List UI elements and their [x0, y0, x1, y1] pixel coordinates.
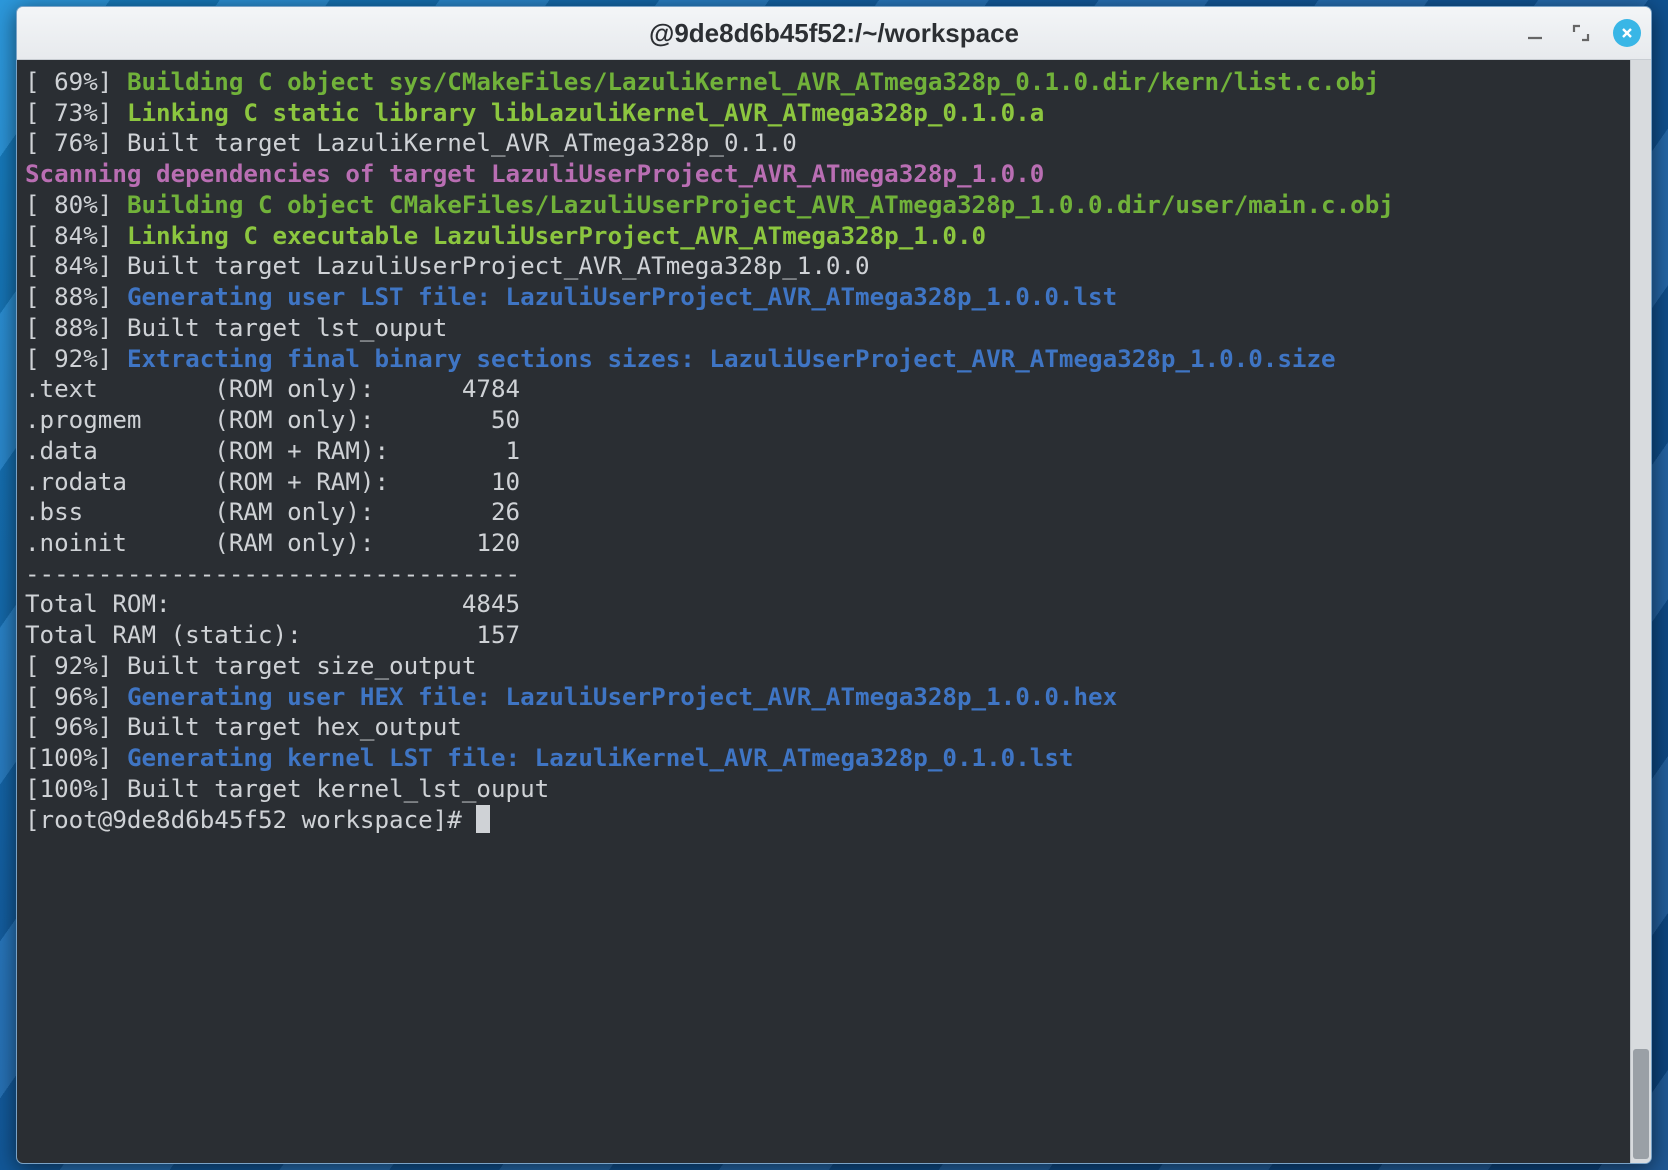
- terminal-segment: [100%] Built target kernel_lst_ouput: [25, 775, 549, 803]
- maximize-button[interactable]: [1567, 19, 1595, 47]
- terminal-line: [100%] Generating kernel LST file: Lazul…: [25, 743, 1626, 774]
- terminal-segment: Generating user HEX file: LazuliUserProj…: [127, 683, 1117, 711]
- terminal-line: [ 84%] Built target LazuliUserProject_AV…: [25, 251, 1626, 282]
- terminal-line: [ 73%] Linking C static library libLazul…: [25, 98, 1626, 129]
- terminal-output[interactable]: [ 69%] Building C object sys/CMakeFiles/…: [17, 60, 1630, 1163]
- terminal-segment: [ 88%]: [25, 283, 127, 311]
- terminal-segment: .rodata (ROM + RAM): 10: [25, 468, 520, 496]
- terminal-segment: Linking C static library libLazuliKernel…: [127, 99, 1044, 127]
- terminal-segment: .noinit (RAM only): 120: [25, 529, 520, 557]
- terminal-line: [ 92%] Extracting final binary sections …: [25, 344, 1626, 375]
- terminal-segment: .bss (RAM only): 26: [25, 498, 520, 526]
- minimize-button[interactable]: [1521, 19, 1549, 47]
- terminal-segment: .text (ROM only): 4784: [25, 375, 520, 403]
- terminal-segment: ----------------------------------: [25, 560, 520, 588]
- titlebar[interactable]: @9de8d6b45f52:/~/workspace: [17, 7, 1651, 60]
- terminal-segment: [ 84%]: [25, 222, 127, 250]
- terminal-line: [100%] Built target kernel_lst_ouput: [25, 774, 1626, 805]
- terminal-line: .progmem (ROM only): 50: [25, 405, 1626, 436]
- terminal-segment: .progmem (ROM only): 50: [25, 406, 520, 434]
- terminal-line: Total ROM: 4845: [25, 589, 1626, 620]
- terminal-line: .rodata (ROM + RAM): 10: [25, 467, 1626, 498]
- terminal-segment: [ 73%]: [25, 99, 127, 127]
- terminal-segment: Extracting final binary sections sizes: …: [127, 345, 1336, 373]
- terminal-segment: [ 84%] Built target LazuliUserProject_AV…: [25, 252, 870, 280]
- terminal-line: .bss (RAM only): 26: [25, 497, 1626, 528]
- terminal-line: [ 84%] Linking C executable LazuliUserPr…: [25, 221, 1626, 252]
- terminal-segment: [100%]: [25, 744, 127, 772]
- terminal-line: Total RAM (static): 157: [25, 620, 1626, 651]
- terminal-segment: [ 92%] Built target size_output: [25, 652, 476, 680]
- window-controls: [1521, 7, 1641, 59]
- terminal-line: [ 69%] Building C object sys/CMakeFiles/…: [25, 67, 1626, 98]
- terminal-line: [ 88%] Generating user LST file: LazuliU…: [25, 282, 1626, 313]
- terminal-segment: Linking C executable LazuliUserProject_A…: [127, 222, 986, 250]
- cursor: [476, 805, 490, 833]
- terminal-segment: Total ROM: 4845: [25, 590, 520, 618]
- terminal-line: ----------------------------------: [25, 559, 1626, 590]
- terminal-window: @9de8d6b45f52:/~/workspace [ 69%] Buildi…: [16, 6, 1652, 1164]
- terminal-segment: Total RAM (static): 157: [25, 621, 520, 649]
- terminal-body: [ 69%] Building C object sys/CMakeFiles/…: [17, 60, 1651, 1163]
- terminal-segment: Generating kernel LST file: LazuliKernel…: [127, 744, 1074, 772]
- terminal-line: [ 76%] Built target LazuliKernel_AVR_ATm…: [25, 128, 1626, 159]
- terminal-segment: [ 69%]: [25, 68, 127, 96]
- terminal-segment: .data (ROM + RAM): 1: [25, 437, 520, 465]
- prompt-line[interactable]: [root@9de8d6b45f52 workspace]#: [25, 805, 1626, 836]
- scrollbar[interactable]: [1630, 60, 1651, 1163]
- terminal-line: [ 88%] Built target lst_ouput: [25, 313, 1626, 344]
- terminal-segment: [ 92%]: [25, 345, 127, 373]
- terminal-segment: Building C object CMakeFiles/LazuliUserP…: [127, 191, 1394, 219]
- terminal-segment: [ 96%]: [25, 683, 127, 711]
- terminal-line: [ 80%] Building C object CMakeFiles/Lazu…: [25, 190, 1626, 221]
- shell-prompt: [root@9de8d6b45f52 workspace]#: [25, 806, 476, 834]
- terminal-line: [ 92%] Built target size_output: [25, 651, 1626, 682]
- terminal-line: Scanning dependencies of target LazuliUs…: [25, 159, 1626, 190]
- window-title: @9de8d6b45f52:/~/workspace: [649, 18, 1019, 49]
- terminal-line: .text (ROM only): 4784: [25, 374, 1626, 405]
- terminal-segment: Building C object sys/CMakeFiles/LazuliK…: [127, 68, 1379, 96]
- terminal-segment: Generating user LST file: LazuliUserProj…: [127, 283, 1117, 311]
- terminal-segment: Scanning dependencies of target LazuliUs…: [25, 160, 1044, 188]
- terminal-segment: [ 88%] Built target lst_ouput: [25, 314, 447, 342]
- terminal-segment: [ 76%] Built target LazuliKernel_AVR_ATm…: [25, 129, 797, 157]
- terminal-segment: [ 80%]: [25, 191, 127, 219]
- terminal-line: [ 96%] Generating user HEX file: LazuliU…: [25, 682, 1626, 713]
- terminal-line: .data (ROM + RAM): 1: [25, 436, 1626, 467]
- terminal-segment: [ 96%] Built target hex_output: [25, 713, 462, 741]
- close-button[interactable]: [1613, 19, 1641, 47]
- terminal-line: .noinit (RAM only): 120: [25, 528, 1626, 559]
- scrollbar-thumb[interactable]: [1633, 1049, 1649, 1159]
- desktop: @9de8d6b45f52:/~/workspace [ 69%] Buildi…: [0, 0, 1668, 1170]
- terminal-line: [ 96%] Built target hex_output: [25, 712, 1626, 743]
